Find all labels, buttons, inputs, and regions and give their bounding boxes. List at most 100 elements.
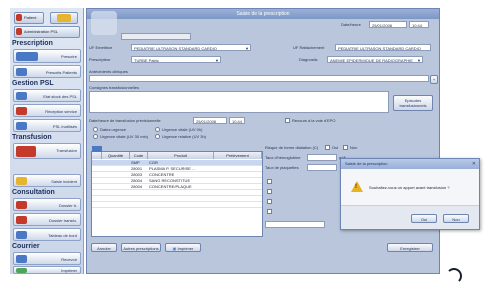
sidebar-item-label: Transfusion <box>56 148 77 153</box>
file-icon <box>16 201 27 209</box>
table-header-produit[interactable]: Produit <box>148 152 214 159</box>
uf-select[interactable]: PEDIATRIE ULTRASON STANDARD CARDIO ▼ <box>131 44 251 51</box>
dilution-non-checkbox[interactable] <box>343 145 348 150</box>
radio-uv-30min[interactable] <box>93 134 98 139</box>
comments-textarea[interactable] <box>89 91 389 113</box>
sidebar-item-tableau-de-bord[interactable]: Tableau de bord <box>13 228 81 241</box>
mail-icon <box>16 255 27 263</box>
plaquettes-field[interactable] <box>307 164 337 171</box>
dialog-no-button[interactable]: Non <box>443 214 469 223</box>
hemoglobin-field[interactable] <box>307 154 337 161</box>
section-gestion-psl: Gestion PSL <box>12 80 54 87</box>
patient-icon <box>16 14 22 21</box>
warning-icon <box>351 181 363 192</box>
sidebar-item-transfusion[interactable]: Transfusion <box>13 143 81 159</box>
date-transfusion-label: Date/heure de transfusion prévisionnelle <box>89 118 161 123</box>
option-label: Urgence vitale (UV 0h) <box>162 127 203 132</box>
unused-icon <box>16 122 27 130</box>
option-checkbox-2[interactable] <box>267 189 272 194</box>
hemoglobin-label: Taux d'hémoglobine <box>265 155 301 160</box>
sidebar-item-dossier-transfu[interactable]: Dossier transfu. <box>13 213 81 226</box>
time-transfusion-field[interactable]: 10:44 <box>229 117 245 124</box>
dashboard-icon <box>16 231 27 239</box>
option-label: Dates urgence <box>100 127 127 132</box>
antecedents-label: Antécédents cliniques <box>89 69 128 74</box>
cancel-button[interactable]: Annuler <box>91 243 117 252</box>
antecedents-field[interactable] <box>89 75 429 82</box>
sidebar: Patient Administration PSL Prescription … <box>10 8 84 274</box>
antecedents-add-button[interactable]: + <box>430 75 438 84</box>
option-checkbox-1[interactable] <box>267 179 272 184</box>
episodes-button[interactable]: Episodes transfusionnels <box>393 95 433 111</box>
table-header-select <box>92 152 102 159</box>
print-icon <box>16 268 27 273</box>
sidebar-item-imprimer[interactable]: Imprimer <box>13 266 81 274</box>
dialog-yes-button[interactable]: Oui <box>411 214 437 223</box>
chevron-down-icon: ▼ <box>245 46 249 51</box>
sidebar-item-prescrits-patients[interactable]: Prescrits Patients <box>13 65 81 78</box>
sidebar-item-dossier-tr[interactable]: Dossier tr. <box>13 198 81 211</box>
patient-button[interactable]: Patient <box>14 12 44 24</box>
oui-label: Oui <box>332 145 339 150</box>
option-checkbox-4[interactable] <box>267 209 272 214</box>
diagnostic-value: ANEMIE EPIDERMIQUE DE RADIOGRAPHIE <box>330 58 413 63</box>
transfusion-icon <box>16 146 36 157</box>
logo-stamp <box>91 11 117 35</box>
row-product: CGR <box>149 160 158 165</box>
save-button[interactable]: Enregistrer <box>387 243 433 252</box>
patient-label: Patient <box>24 15 37 20</box>
row-product: SANG RECONSTITUE <box>149 178 191 183</box>
folder-icon <box>16 216 27 224</box>
sidebar-item-prescrire[interactable]: Prescrire <box>13 49 81 63</box>
row-code: 28001 <box>131 166 143 171</box>
uf-rattach-label: UF Rattachement <box>293 45 325 50</box>
option-checkbox-3[interactable] <box>267 199 272 204</box>
row-product: CONCENTRE <box>149 172 175 177</box>
admin-psl-button[interactable]: Administration PSL <box>14 26 80 38</box>
table-row[interactable] <box>92 202 262 208</box>
time-field[interactable]: 10:44 <box>409 21 429 28</box>
dilution-label: Risque de forme dilatation (C) <box>265 145 319 150</box>
sidebar-item-label: Recevoir <box>61 257 77 262</box>
sidebar-top: Patient Administration PSL <box>14 12 80 38</box>
extra-field[interactable] <box>265 221 325 228</box>
date-field[interactable]: 25/01/2008 <box>369 21 407 28</box>
section-prescription: Prescription <box>12 40 53 47</box>
sidebar-item-recevoir[interactable]: Recevoir <box>13 252 81 265</box>
row-code: SMP <box>131 160 140 165</box>
sidebar-item-label: Imprimer <box>61 268 77 273</box>
uf-rattach-field[interactable]: PEDIATRIE ULTRASON STANDARD CARDIO <box>335 44 431 51</box>
sidebar-item-saisie-incident[interactable]: Saisie incident <box>13 174 81 187</box>
window-titlebar: Saisie de la prescription <box>87 9 439 19</box>
table-header-prelevement[interactable]: Prélèvement <box>214 152 262 159</box>
sidebar-item-label: Prescrits Patients <box>45 70 77 75</box>
dialog-title: Saisie de la prescription <box>345 161 388 166</box>
section-transfusion: Transfusion <box>12 134 52 141</box>
list-icon <box>16 68 27 76</box>
diagnostic-select[interactable]: ANEMIE EPIDERMIQUE DE RADIOGRAPHIE ▼ <box>327 56 423 63</box>
dialog-footer: Oui Non <box>341 205 479 229</box>
radio-ur-3h[interactable] <box>155 134 160 139</box>
radio-uv-0h[interactable] <box>155 127 160 132</box>
epo-checkbox[interactable] <box>285 118 290 123</box>
sidebar-item-inutilises[interactable]: PSL Inutilisés <box>13 119 81 132</box>
sidebar-item-label: Réception service <box>45 109 77 114</box>
close-icon[interactable]: ✕ <box>472 161 476 167</box>
table-header-code[interactable]: Code <box>130 152 148 159</box>
diagnostic-label: Diagnostic <box>299 57 318 62</box>
sidebar-item-label: Dossier tr. <box>58 203 77 208</box>
confirm-dialog: Saisie de la prescription ✕ ! Souhaitez-… <box>340 158 480 230</box>
prescriber-select[interactable]: TURBE Patric ▼ <box>131 56 221 63</box>
dilution-oui-checkbox[interactable] <box>325 145 330 150</box>
print-button[interactable]: ▣ Imprimer <box>165 243 201 252</box>
sidebar-item-etat-stock[interactable]: Etat stock des PSL <box>13 89 81 102</box>
date-transfusion-field[interactable]: 25/01/2008 <box>193 117 227 124</box>
radio-dates-urgence[interactable] <box>93 127 98 132</box>
dialog-titlebar: Saisie de la prescription ✕ <box>341 159 479 169</box>
date-label: Date/heure <box>341 22 361 27</box>
other-prescriptions-button[interactable]: Autres prescriptions <box>121 243 161 252</box>
sidebar-item-reception[interactable]: Réception service <box>13 104 81 117</box>
shortcut-button[interactable] <box>50 12 78 24</box>
sidebar-item-label: Tableau de bord <box>48 233 77 238</box>
table-header-quantite[interactable]: Quantité <box>102 152 130 159</box>
